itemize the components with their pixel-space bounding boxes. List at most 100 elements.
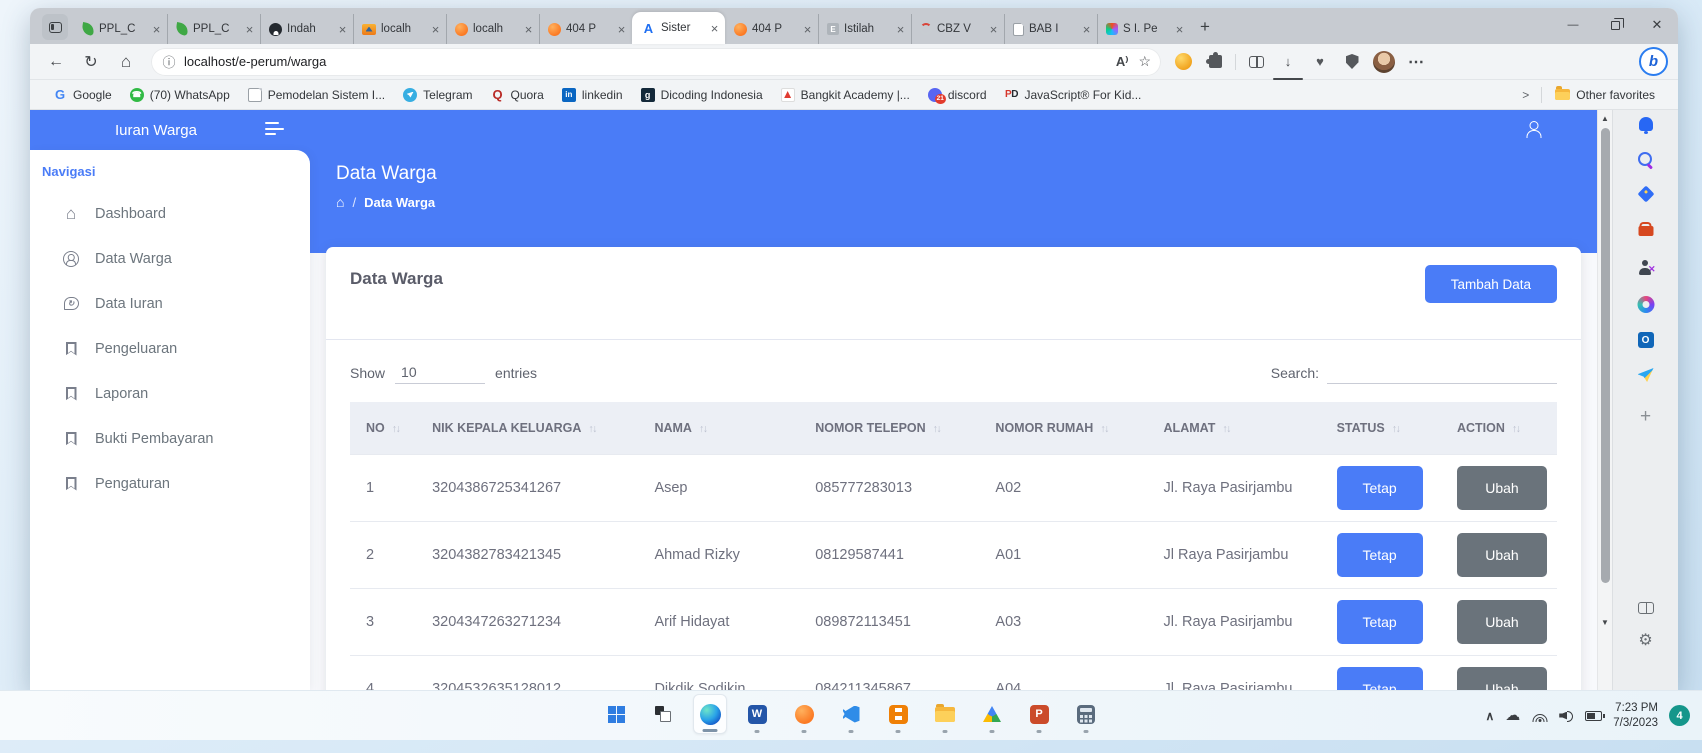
- notification-badge[interactable]: 4: [1669, 705, 1690, 726]
- new-tab-button[interactable]: [1192, 14, 1218, 40]
- settings-gear-icon[interactable]: [1638, 630, 1652, 650]
- sort-icon[interactable]: [392, 423, 400, 435]
- sort-icon[interactable]: [1512, 423, 1520, 435]
- bookmark-whatsapp[interactable]: (70) WhatsApp: [121, 84, 239, 106]
- address-bar[interactable]: localhost/e-perum/warga: [151, 48, 1161, 76]
- split-screen-icon[interactable]: [1638, 602, 1654, 614]
- close-icon[interactable]: [1080, 22, 1093, 37]
- bookmarks-overflow-chevron[interactable]: [1514, 88, 1537, 102]
- bookmark-bangkit[interactable]: Bangkit Academy |...: [772, 84, 919, 106]
- split-screen-icon[interactable]: [1242, 48, 1270, 76]
- close-window-button[interactable]: [1636, 8, 1678, 42]
- close-icon[interactable]: [708, 21, 721, 36]
- scrollbar-thumb[interactable]: [1601, 128, 1610, 583]
- wifi-icon[interactable]: [1531, 710, 1548, 722]
- profile-avatar[interactable]: [1370, 48, 1398, 76]
- tab-istilah[interactable]: Istilah: [818, 14, 911, 44]
- sidebar-item-bukti-pembayaran[interactable]: Bukti Pembayaran: [38, 416, 302, 461]
- sort-icon[interactable]: [1392, 423, 1400, 435]
- page-size-input[interactable]: [395, 361, 485, 384]
- outlook-icon[interactable]: [1638, 332, 1654, 348]
- sidebar-item-laporan[interactable]: Laporan: [38, 371, 302, 416]
- sort-icon[interactable]: [699, 423, 707, 435]
- bookmark-google[interactable]: Google: [44, 84, 121, 106]
- sidebar-item-data-warga[interactable]: Data Warga: [38, 236, 302, 281]
- tambah-data-button[interactable]: Tambah Data: [1425, 265, 1557, 303]
- tab-ppl-2[interactable]: PPL_C: [167, 14, 260, 44]
- close-icon[interactable]: [336, 22, 349, 37]
- volume-icon[interactable]: [1559, 710, 1574, 722]
- status-tetap-button[interactable]: Tetap: [1337, 600, 1423, 644]
- tab-cbz[interactable]: CBZ V: [911, 14, 1004, 44]
- add-icon[interactable]: [1640, 406, 1651, 428]
- bookmark-pemodelan[interactable]: Pemodelan Sistem I...: [239, 84, 394, 106]
- downloads-icon[interactable]: [1274, 48, 1302, 76]
- shopping-tag-icon[interactable]: [1637, 186, 1654, 203]
- sort-icon[interactable]: [1100, 423, 1108, 435]
- url-text[interactable]: localhost/e-perum/warga: [184, 54, 1106, 69]
- column-header-status[interactable]: STATUS: [1327, 402, 1447, 455]
- column-header-telepon[interactable]: NOMOR TELEPON: [805, 402, 985, 455]
- status-tetap-button[interactable]: Tetap: [1337, 667, 1423, 690]
- taskbar-clock[interactable]: 7:23 PM 7/3/2023: [1613, 701, 1658, 731]
- tab-sistem-active[interactable]: Sister: [632, 12, 725, 44]
- bell-icon[interactable]: [1639, 117, 1653, 131]
- close-icon[interactable]: [429, 22, 442, 37]
- ubah-button[interactable]: Ubah: [1457, 667, 1547, 690]
- close-icon[interactable]: [894, 22, 907, 37]
- sort-icon[interactable]: [588, 423, 596, 435]
- column-header-action[interactable]: ACTION: [1447, 402, 1557, 455]
- column-header-rumah[interactable]: NOMOR RUMAH: [985, 402, 1153, 455]
- tab-404-1[interactable]: 404 P: [539, 14, 632, 44]
- more-menu-icon[interactable]: [1402, 48, 1430, 76]
- column-header-nama[interactable]: NAMA: [644, 402, 805, 455]
- powerpoint-taskbar-button[interactable]: [1022, 694, 1056, 734]
- drop-icon[interactable]: [1638, 368, 1654, 382]
- column-header-no[interactable]: NO: [350, 402, 422, 455]
- user-menu-icon[interactable]: [1526, 121, 1542, 138]
- search-input[interactable]: [1327, 361, 1557, 384]
- battery-pen-icon[interactable]: [1585, 711, 1602, 721]
- search-icon[interactable]: [1638, 152, 1654, 168]
- site-info-icon[interactable]: [161, 54, 177, 70]
- sidebar-item-pengaturan[interactable]: Pengaturan: [38, 461, 302, 506]
- xampp-taskbar-button[interactable]: [787, 694, 821, 734]
- close-icon[interactable]: [150, 22, 163, 37]
- bookmark-javascript[interactable]: PDJavaScript® For Kid...: [996, 84, 1151, 106]
- sidebar-item-pengeluaran[interactable]: Pengeluaran: [38, 326, 302, 371]
- close-icon[interactable]: [243, 22, 256, 37]
- microsoft365-icon[interactable]: [1637, 296, 1654, 313]
- breadcrumb-home-icon[interactable]: [336, 194, 344, 210]
- scroll-down-icon[interactable]: [1598, 618, 1612, 627]
- status-tetap-button[interactable]: Tetap: [1337, 533, 1423, 577]
- browser-essentials-icon[interactable]: [1306, 48, 1334, 76]
- sidebar-item-data-iuran[interactable]: Data Iuran: [38, 281, 302, 326]
- tab-phpmyadmin[interactable]: localh: [353, 14, 446, 44]
- back-icon[interactable]: [42, 48, 70, 76]
- column-header-alamat[interactable]: ALAMAT: [1154, 402, 1327, 455]
- tab-ppl-1[interactable]: PPL_C: [74, 14, 167, 44]
- refresh-icon[interactable]: [77, 48, 105, 76]
- person-x-icon[interactable]: [1638, 260, 1654, 275]
- close-icon[interactable]: [615, 22, 628, 37]
- edge-taskbar-button[interactable]: [693, 694, 727, 734]
- toolbox-icon[interactable]: [1638, 226, 1653, 236]
- scroll-up-icon[interactable]: [1598, 114, 1612, 123]
- drawio-taskbar-button[interactable]: [881, 694, 915, 734]
- tab-localhost[interactable]: localh: [446, 14, 539, 44]
- read-aloud-icon[interactable]: [1116, 54, 1129, 70]
- task-view-button[interactable]: [646, 694, 680, 734]
- ubah-button[interactable]: Ubah: [1457, 600, 1547, 644]
- page-scrollbar[interactable]: [1597, 110, 1612, 690]
- bookmark-discord[interactable]: 21discord: [919, 84, 996, 106]
- shield-icon[interactable]: [1338, 48, 1366, 76]
- hamburger-icon[interactable]: [265, 122, 285, 139]
- vscode-taskbar-button[interactable]: [834, 694, 868, 734]
- tab-bab[interactable]: BAB I: [1004, 14, 1097, 44]
- bookmark-linkedin[interactable]: linkedin: [553, 84, 632, 106]
- tab-github[interactable]: Indah: [260, 14, 353, 44]
- close-icon[interactable]: [522, 22, 535, 37]
- favorite-star-icon[interactable]: [1138, 53, 1151, 70]
- ubah-button[interactable]: Ubah: [1457, 466, 1547, 510]
- ubah-button[interactable]: Ubah: [1457, 533, 1547, 577]
